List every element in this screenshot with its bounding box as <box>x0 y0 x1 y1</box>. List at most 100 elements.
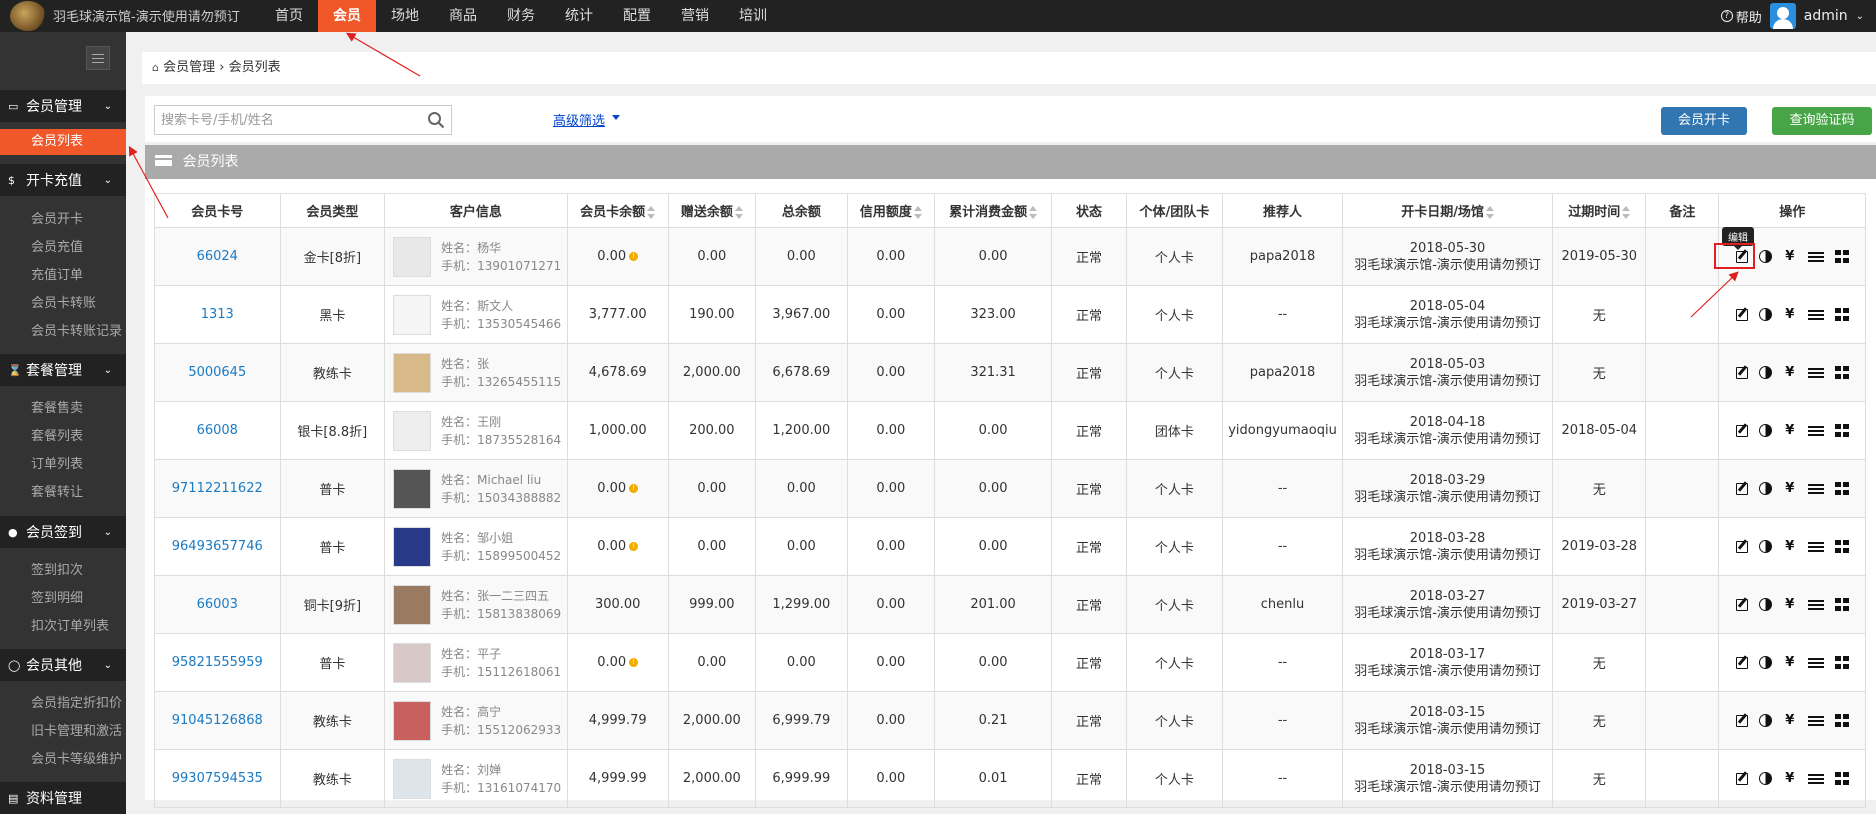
grid-icon[interactable] <box>1834 772 1849 786</box>
nav-marketing[interactable]: 营销 <box>666 0 724 32</box>
list-icon[interactable] <box>1807 714 1824 728</box>
list-icon[interactable] <box>1807 482 1824 496</box>
card-number-link[interactable]: 66008 <box>197 423 238 438</box>
caret-down-icon[interactable] <box>612 115 620 120</box>
sidebar-item-checkin-detail[interactable]: 签到明细 <box>0 586 126 612</box>
edit-icon[interactable] <box>1735 714 1748 727</box>
home-icon[interactable]: ⌂ <box>152 61 159 74</box>
adjust-icon[interactable] <box>1758 366 1772 379</box>
edit-icon[interactable] <box>1735 482 1748 495</box>
grid-icon[interactable] <box>1834 540 1849 554</box>
adjust-icon[interactable] <box>1758 424 1772 437</box>
grid-icon[interactable] <box>1834 250 1849 264</box>
col-expire[interactable]: 过期时间 <box>1552 193 1647 228</box>
sidebar-group-data-management[interactable]: ▤ 资料管理 <box>0 782 126 814</box>
adjust-icon[interactable] <box>1758 308 1772 321</box>
adjust-icon[interactable] <box>1758 772 1772 785</box>
col-gift[interactable]: 赠送余额 <box>667 193 756 228</box>
adjust-icon[interactable] <box>1758 656 1772 669</box>
card-number-link[interactable]: 95821555959 <box>172 655 263 670</box>
sidebar-item-open-card[interactable]: 会员开卡 <box>0 207 126 233</box>
adjust-icon[interactable] <box>1758 482 1772 495</box>
yen-icon[interactable]: ¥ <box>1783 539 1797 554</box>
search-icon[interactable] <box>427 111 445 129</box>
card-number-link[interactable]: 5000645 <box>188 365 246 380</box>
card-number-link[interactable]: 91045126868 <box>172 713 263 728</box>
nav-stats[interactable]: 统计 <box>550 0 608 32</box>
col-spent[interactable]: 累计消费金额 <box>933 193 1053 228</box>
warning-icon[interactable]: ! <box>629 542 639 551</box>
sidebar-group-open-recharge[interactable]: $ 开卡充值 ⌄ <box>0 164 126 196</box>
sidebar-item-member-list[interactable]: 会员列表 <box>0 129 126 155</box>
sidebar-item-recharge-orders[interactable]: 充值订单 <box>0 263 126 289</box>
sidebar-group-member-checkin[interactable]: ● 会员签到 ⌄ <box>0 516 126 548</box>
nav-goods[interactable]: 商品 <box>434 0 492 32</box>
card-number-link[interactable]: 66024 <box>197 249 238 264</box>
adjust-icon[interactable] <box>1758 250 1772 263</box>
adjust-icon[interactable] <box>1758 714 1772 727</box>
sidebar-group-member-management[interactable]: ▭ 会员管理 ⌄ <box>0 90 126 122</box>
sidebar-item-deduct-orders[interactable]: 扣次订单列表 <box>0 614 126 640</box>
chevron-down-icon[interactable]: ⌄ <box>1856 11 1864 22</box>
yen-icon[interactable]: ¥ <box>1783 771 1797 786</box>
grid-icon[interactable] <box>1834 714 1849 728</box>
sidebar-group-member-other[interactable]: ◯ 会员其他 ⌄ <box>0 649 126 681</box>
sort-icon[interactable] <box>1029 205 1038 220</box>
edit-icon[interactable] <box>1735 366 1748 379</box>
col-balance[interactable]: 会员卡余额 <box>566 193 669 228</box>
card-number-link[interactable]: 96493657746 <box>172 539 263 554</box>
sort-icon[interactable] <box>1622 205 1631 220</box>
yen-icon[interactable]: ¥ <box>1783 249 1797 264</box>
grid-icon[interactable] <box>1834 308 1849 322</box>
breadcrumb-item[interactable]: 会员管理 <box>163 60 215 75</box>
edit-icon[interactable] <box>1735 540 1748 553</box>
edit-icon[interactable] <box>1735 424 1748 437</box>
user-avatar-icon[interactable] <box>1769 3 1796 29</box>
list-icon[interactable] <box>1807 250 1824 264</box>
yen-icon[interactable]: ¥ <box>1783 365 1797 380</box>
sort-icon[interactable] <box>734 205 743 220</box>
sort-icon[interactable] <box>1485 205 1494 220</box>
nav-config[interactable]: 配置 <box>608 0 666 32</box>
sort-icon[interactable] <box>913 205 922 220</box>
sort-icon[interactable] <box>647 205 656 220</box>
yen-icon[interactable]: ¥ <box>1783 655 1797 670</box>
warning-icon[interactable]: ! <box>629 252 639 261</box>
yen-icon[interactable]: ¥ <box>1783 307 1797 322</box>
nav-finance[interactable]: 财务 <box>492 0 550 32</box>
card-number-link[interactable]: 66003 <box>197 597 238 612</box>
sidebar-item-checkin-deduct[interactable]: 签到扣次 <box>0 558 126 584</box>
list-icon[interactable] <box>1807 598 1824 612</box>
sidebar-group-package-management[interactable]: ⌛ 套餐管理 ⌄ <box>0 354 126 386</box>
open-card-button[interactable]: 会员开卡 <box>1661 107 1747 135</box>
grid-icon[interactable] <box>1834 656 1849 670</box>
grid-icon[interactable] <box>1834 598 1849 612</box>
search-input[interactable] <box>155 106 415 134</box>
sidebar-item-old-card[interactable]: 旧卡管理和激活 <box>0 719 126 745</box>
col-open-date[interactable]: 开卡日期/场馆 <box>1341 193 1554 228</box>
grid-icon[interactable] <box>1834 424 1849 438</box>
grid-icon[interactable] <box>1834 366 1849 380</box>
list-icon[interactable] <box>1807 656 1824 670</box>
card-number-link[interactable]: 97112211622 <box>172 481 263 496</box>
nav-training[interactable]: 培训 <box>724 0 782 32</box>
edit-icon[interactable] <box>1735 772 1748 785</box>
venue-logo[interactable] <box>10 1 46 31</box>
col-credit[interactable]: 信用额度 <box>846 193 935 228</box>
sidebar-item-card-level[interactable]: 会员卡等级维护 <box>0 747 126 773</box>
sidebar-item-package-transfer[interactable]: 套餐转让 <box>0 480 126 506</box>
edit-icon[interactable] <box>1735 656 1748 669</box>
list-icon[interactable] <box>1807 308 1824 322</box>
nav-home[interactable]: 首页 <box>260 0 318 32</box>
sidebar-item-package-list[interactable]: 套餐列表 <box>0 424 126 450</box>
sidebar-item-order-list[interactable]: 订单列表 <box>0 452 126 478</box>
yen-icon[interactable]: ¥ <box>1783 597 1797 612</box>
yen-icon[interactable]: ¥ <box>1783 423 1797 438</box>
yen-icon[interactable]: ¥ <box>1783 481 1797 496</box>
list-icon[interactable] <box>1807 366 1824 380</box>
nav-courts[interactable]: 场地 <box>376 0 434 32</box>
warning-icon[interactable]: ! <box>629 658 639 667</box>
card-number-link[interactable]: 99307594535 <box>172 771 263 786</box>
advanced-filter-link[interactable]: 高级筛选 <box>553 110 605 129</box>
nav-members[interactable]: 会员 <box>318 0 376 32</box>
